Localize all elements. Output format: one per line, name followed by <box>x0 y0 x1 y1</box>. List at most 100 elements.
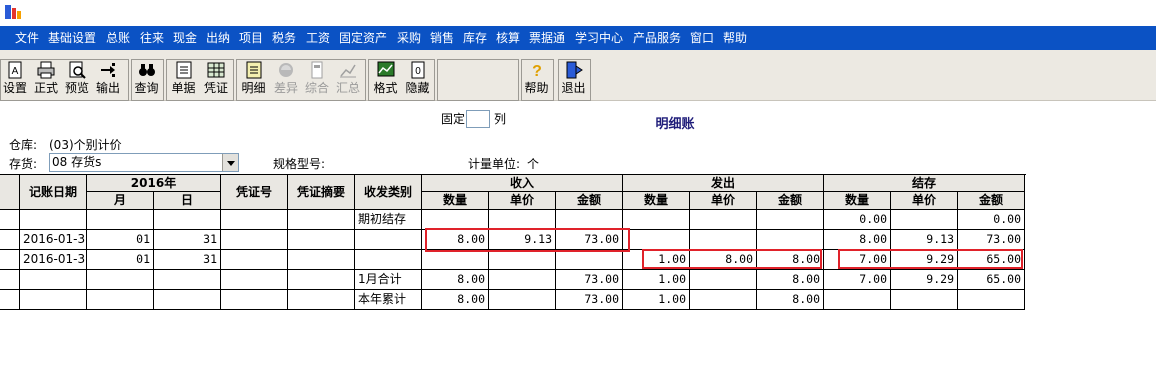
menu-project[interactable]: 项目 <box>239 26 263 50</box>
menu-inventory[interactable]: 库存 <box>463 26 487 50</box>
voucher-button[interactable]: 凭证 <box>201 59 231 99</box>
cell-issue-qty[interactable] <box>623 230 690 250</box>
row-selector[interactable] <box>0 250 20 270</box>
preview-button[interactable]: 预览 <box>63 59 91 99</box>
menu-file[interactable]: 文件 <box>15 26 39 50</box>
cell-issue-qty[interactable]: 1.00 <box>623 270 690 290</box>
cell-voucher-no[interactable] <box>221 270 288 290</box>
menu-cash[interactable]: 现金 <box>173 26 197 50</box>
cell-balance-qty[interactable]: 0.00 <box>824 210 891 230</box>
cell-issue-price[interactable] <box>690 230 757 250</box>
menu-cashier[interactable]: 出纳 <box>206 26 230 50</box>
difference-button[interactable]: 差异 <box>271 59 301 99</box>
menu-help[interactable]: 帮助 <box>723 26 747 50</box>
summary-combined-button[interactable]: 综合 <box>302 59 332 99</box>
cell-income-amount[interactable]: 73.00 <box>556 270 623 290</box>
cell-voucher-no[interactable] <box>221 230 288 250</box>
formal-print-button[interactable]: 正式 <box>31 59 61 99</box>
cell-date[interactable] <box>20 270 87 290</box>
cell-date[interactable]: 2016-01-31 <box>20 230 87 250</box>
cell-day[interactable] <box>154 270 221 290</box>
cell-type[interactable] <box>355 230 422 250</box>
export-button[interactable]: 输出 <box>93 59 123 99</box>
cell-month[interactable]: 01 <box>87 250 154 270</box>
cell-income-price[interactable] <box>489 270 556 290</box>
cell-issue-price[interactable] <box>690 270 757 290</box>
chevron-down-icon[interactable] <box>222 154 238 171</box>
cell-type[interactable]: 期初结存 <box>355 210 422 230</box>
cell-voucher-summary[interactable] <box>288 290 355 310</box>
menu-product-service[interactable]: 产品服务 <box>633 26 681 50</box>
query-button[interactable]: 查询 <box>132 59 161 99</box>
cell-voucher-no[interactable] <box>221 210 288 230</box>
cell-type[interactable]: 本年累计 <box>355 290 422 310</box>
cell-income-qty[interactable] <box>422 250 489 270</box>
cell-voucher-summary[interactable] <box>288 270 355 290</box>
cell-issue-price[interactable] <box>690 210 757 230</box>
menu-bills[interactable]: 票据通 <box>529 26 565 50</box>
menu-fixed-assets[interactable]: 固定资产 <box>339 26 387 50</box>
cell-date[interactable] <box>20 210 87 230</box>
cell-type[interactable] <box>355 250 422 270</box>
cell-issue-amount[interactable] <box>757 210 824 230</box>
document-button[interactable]: 单据 <box>168 59 199 99</box>
cell-day[interactable]: 31 <box>154 250 221 270</box>
cell-income-amount[interactable] <box>556 210 623 230</box>
cell-month[interactable] <box>87 290 154 310</box>
cell-issue-amount[interactable]: 8.00 <box>757 290 824 310</box>
cell-balance-qty[interactable]: 7.00 <box>824 270 891 290</box>
help-button[interactable]: ? 帮助 <box>522 59 551 99</box>
cell-issue-amount[interactable]: 8.00 <box>757 270 824 290</box>
cell-income-qty[interactable] <box>422 210 489 230</box>
menu-learning-center[interactable]: 学习中心 <box>575 26 623 50</box>
cell-day[interactable] <box>154 290 221 310</box>
cell-issue-price[interactable] <box>690 290 757 310</box>
menu-costing[interactable]: 核算 <box>496 26 520 50</box>
cell-balance-amount[interactable]: 0.00 <box>958 210 1025 230</box>
hide-button[interactable]: 0 隐藏 <box>403 59 432 99</box>
row-selector[interactable] <box>0 210 20 230</box>
cell-day[interactable]: 31 <box>154 230 221 250</box>
cell-type[interactable]: 1月合计 <box>355 270 422 290</box>
cell-balance-price[interactable]: 9.13 <box>891 230 958 250</box>
cell-income-price[interactable] <box>489 290 556 310</box>
cell-income-price[interactable] <box>489 250 556 270</box>
cell-balance-amount[interactable]: 73.00 <box>958 230 1025 250</box>
cell-balance-amount[interactable]: 65.00 <box>958 270 1025 290</box>
cell-balance-qty[interactable]: 8.00 <box>824 230 891 250</box>
cell-income-amount[interactable] <box>556 250 623 270</box>
inventory-select[interactable]: 08 存货s <box>49 153 239 172</box>
cell-voucher-summary[interactable] <box>288 250 355 270</box>
menu-payroll[interactable]: 工资 <box>306 26 330 50</box>
cell-issue-qty[interactable]: 1.00 <box>623 290 690 310</box>
cell-day[interactable] <box>154 210 221 230</box>
settings-button[interactable]: A 设置 <box>1 59 29 99</box>
row-selector[interactable] <box>0 230 20 250</box>
cell-balance-qty[interactable] <box>824 290 891 310</box>
row-selector[interactable] <box>0 270 20 290</box>
cell-date[interactable]: 2016-01-31 <box>20 250 87 270</box>
aggregate-button[interactable]: 汇总 <box>333 59 363 99</box>
cell-balance-price[interactable]: 9.29 <box>891 270 958 290</box>
cell-income-qty[interactable]: 8.00 <box>422 270 489 290</box>
format-button[interactable]: 格式 <box>370 59 401 99</box>
menu-purchase[interactable]: 采购 <box>397 26 421 50</box>
menu-tax[interactable]: 税务 <box>272 26 296 50</box>
cell-balance-price[interactable] <box>891 210 958 230</box>
cell-income-price[interactable] <box>489 210 556 230</box>
cell-month[interactable]: 01 <box>87 230 154 250</box>
menu-sales[interactable]: 销售 <box>430 26 454 50</box>
cell-balance-price[interactable] <box>891 290 958 310</box>
cell-voucher-summary[interactable] <box>288 210 355 230</box>
cell-income-amount[interactable]: 73.00 <box>556 290 623 310</box>
cell-voucher-summary[interactable] <box>288 230 355 250</box>
detail-button[interactable]: 明细 <box>238 59 269 99</box>
cell-income-qty[interactable]: 8.00 <box>422 290 489 310</box>
cell-voucher-no[interactable] <box>221 290 288 310</box>
cell-issue-qty[interactable] <box>623 210 690 230</box>
menu-window[interactable]: 窗口 <box>690 26 714 50</box>
cell-issue-amount[interactable] <box>757 230 824 250</box>
cell-month[interactable] <box>87 270 154 290</box>
menu-general-ledger[interactable]: 总账 <box>106 26 130 50</box>
cell-month[interactable] <box>87 210 154 230</box>
